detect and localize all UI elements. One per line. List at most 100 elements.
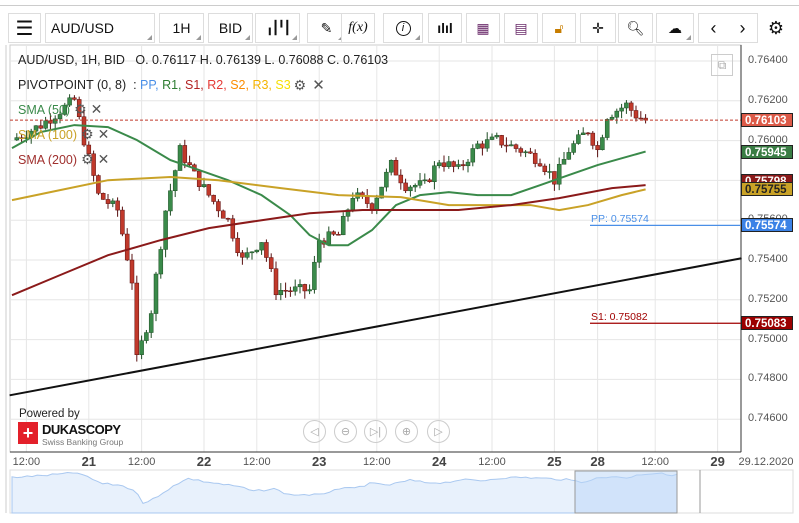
candle-body	[513, 144, 519, 149]
candle-body	[283, 290, 288, 292]
time-tick: 12:00	[127, 456, 156, 468]
candle-body	[556, 164, 562, 185]
candle-body	[422, 179, 428, 182]
end-date-label: 29.12.2020	[738, 456, 794, 468]
legend-title: AUD/USD, 1H, BID	[18, 53, 125, 67]
candle-body	[172, 170, 178, 191]
remove-icon[interactable]: ✕	[91, 101, 103, 118]
candle-body	[484, 139, 490, 149]
candle-body	[532, 152, 538, 164]
indicator-legend: SMA (100) ⚙ ✕	[18, 126, 109, 143]
candle-body	[393, 160, 399, 176]
candle-body	[561, 159, 567, 165]
candle-body	[134, 282, 140, 355]
gear-icon[interactable]: ⚙	[74, 101, 87, 118]
zoom-in-button[interactable]: ⊕	[395, 420, 418, 443]
pivot-remove-icon[interactable]: ✕	[312, 76, 325, 94]
price-badge: 0.75945	[741, 144, 793, 159]
candle-body	[523, 151, 528, 154]
go-to-end-button[interactable]: ▷|	[364, 420, 387, 443]
candle-body	[316, 240, 322, 263]
candle-body	[340, 216, 346, 236]
zoom-out-button[interactable]: ⊖	[334, 420, 357, 443]
price-tick: 0.75200	[748, 292, 788, 305]
time-tick: 24	[431, 454, 447, 469]
time-tick: 21	[81, 454, 97, 469]
expand-chart-button[interactable]: ⧉	[711, 54, 733, 76]
candle-body	[244, 252, 250, 258]
pivot-item-pp: PP,	[140, 78, 163, 92]
candle	[220, 209, 226, 219]
candle-body	[537, 163, 543, 167]
price-badge: 0.76103	[741, 113, 793, 128]
time-tick: 12:00	[12, 456, 41, 468]
price-badge: 0.75574	[741, 218, 793, 233]
pivot-legend: PIVOTPOINT (0, 8) : PP, R1, S1, R2, S2, …	[18, 76, 325, 95]
candle-body	[398, 174, 404, 184]
candle-body	[576, 134, 581, 144]
candle	[153, 271, 159, 322]
candle-body	[465, 161, 471, 167]
zoom-out-icon: ⊖	[340, 426, 351, 438]
candle-body	[72, 97, 77, 100]
price-tick: 0.74600	[748, 412, 788, 425]
candle-body	[249, 251, 255, 254]
candle-body	[211, 194, 216, 202]
gear-icon[interactable]: ⚙	[81, 126, 94, 143]
chart-legend: AUD/USD, 1H, BID O. 0.76117 H. 0.76139 L…	[18, 53, 388, 67]
pivot-items: PP, R1, S1, R2, S2, R3, S3	[140, 78, 291, 92]
candle-body	[153, 273, 159, 314]
candle	[604, 118, 610, 141]
candle-body	[619, 107, 624, 112]
candle-body	[427, 179, 432, 183]
candle-body	[105, 199, 111, 204]
candle-body	[144, 332, 149, 341]
gear-icon[interactable]: ⚙	[81, 151, 94, 168]
dukascopy-logo[interactable]: + DUKASCOPY Swiss Banking Group	[18, 422, 123, 447]
candle-body	[206, 184, 212, 196]
candle-body	[571, 143, 576, 153]
candle-body	[230, 218, 236, 239]
candle-body	[115, 200, 120, 211]
pivot-item-s3: S3	[275, 78, 291, 92]
candle-body	[48, 120, 53, 124]
remove-icon[interactable]: ✕	[98, 151, 110, 168]
candle-body	[326, 231, 332, 245]
candle-body	[566, 152, 572, 160]
candle-body	[139, 340, 144, 355]
candle-body	[412, 185, 418, 188]
candle-body	[259, 242, 264, 251]
candle-body	[120, 209, 125, 235]
candle	[206, 184, 212, 198]
candle-body	[417, 180, 423, 186]
scroll-left-button[interactable]: ◁	[303, 420, 326, 443]
candle-body	[528, 151, 533, 154]
candle-body	[268, 257, 274, 269]
candle-body	[388, 160, 394, 173]
pivot-settings-icon[interactable]: ⚙	[294, 77, 307, 94]
time-tick: 12:00	[363, 456, 391, 468]
pivot-item-r3: R3,	[252, 78, 276, 92]
time-tick: 12:00	[478, 456, 506, 468]
candle-body	[585, 132, 591, 135]
candle-body	[480, 143, 485, 149]
candle-body	[350, 198, 356, 211]
candle	[230, 214, 236, 242]
candle-body	[609, 116, 615, 120]
price-tick: 0.76400	[748, 54, 788, 66]
candle-body	[432, 165, 437, 183]
candle-body	[494, 135, 500, 138]
candle-body	[220, 210, 226, 219]
candle-body	[456, 164, 461, 167]
navigator-window	[574, 470, 678, 514]
time-tick: 28	[590, 454, 605, 469]
time-tick: 29	[710, 454, 725, 469]
scroll-right-button[interactable]: ▷	[427, 420, 450, 443]
pivot-item-r1: R1,	[162, 78, 185, 92]
candle-body	[638, 117, 644, 120]
remove-icon[interactable]: ✕	[98, 126, 110, 143]
candle-body	[374, 197, 380, 211]
candle-body	[489, 136, 495, 140]
candle-body	[446, 161, 452, 167]
time-tick: 23	[311, 454, 327, 469]
